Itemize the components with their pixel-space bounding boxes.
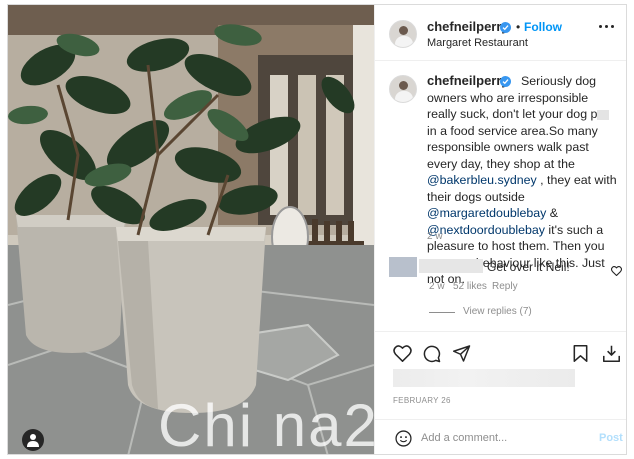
heart-icon[interactable]	[611, 266, 622, 276]
heart-icon[interactable]	[393, 345, 412, 362]
location-link[interactable]: Margaret Restaurant	[427, 37, 528, 49]
comment-icon[interactable]	[423, 345, 441, 363]
more-icon[interactable]	[599, 25, 615, 31]
download-icon[interactable]	[603, 345, 620, 362]
mention-link[interactable]: @nextdoordoublebay	[427, 223, 545, 237]
verified-icon	[500, 22, 511, 33]
reply-button[interactable]: Reply	[492, 281, 518, 292]
bookmark-icon[interactable]	[573, 345, 588, 362]
caption-timestamp[interactable]: 2 w	[427, 231, 443, 242]
mention-link[interactable]: @bakerbleu.sydney	[427, 173, 537, 187]
divider	[429, 312, 455, 313]
comment-input[interactable]	[421, 428, 581, 448]
caption-text: Seriously dog owners who are irresponsib…	[427, 74, 598, 121]
post-date: FEBRUARY 26	[393, 396, 451, 405]
post-frame: Chi na2 chefneilperry • Follow Margaret …	[7, 4, 627, 455]
watermark: Chi na2	[158, 392, 374, 455]
comment-likes[interactable]: 52 likes	[453, 281, 487, 292]
commenter-name-blurred[interactable]	[419, 259, 483, 273]
caption-text: in a food service area.So many responsib…	[427, 123, 598, 171]
post-panel: chefneilperry • Follow Margaret Restaura…	[374, 5, 626, 454]
caption-avatar[interactable]	[389, 75, 417, 103]
comment-timestamp: 2 w	[429, 281, 445, 292]
follow-button[interactable]: Follow	[524, 20, 562, 34]
share-icon[interactable]	[453, 345, 471, 362]
post-caption: Seriously dog owners who are irresponsib…	[427, 73, 619, 288]
avatar[interactable]	[389, 20, 417, 48]
likes-count-blurred	[393, 369, 575, 387]
header-username[interactable]: chefneilperry	[427, 19, 509, 34]
add-comment-bar: Post	[375, 419, 626, 454]
user-tag-icon[interactable]	[22, 429, 44, 451]
post-header: chefneilperry • Follow Margaret Restaura…	[375, 5, 626, 61]
post-button[interactable]: Post	[599, 432, 623, 444]
commenter-avatar-blurred[interactable]	[389, 257, 417, 277]
post-photo[interactable]: Chi na2	[8, 5, 374, 455]
follow-separator: •	[516, 20, 521, 34]
photo-illustration	[8, 5, 374, 454]
emoji-icon[interactable]	[395, 430, 412, 447]
comment-text: Get over it Neil!	[487, 260, 570, 274]
mention-link[interactable]: @margaretdoublebay	[427, 206, 546, 220]
censor-blur	[597, 109, 610, 120]
caption-text: &	[546, 206, 559, 220]
view-replies-button[interactable]: View replies (7)	[463, 306, 532, 317]
